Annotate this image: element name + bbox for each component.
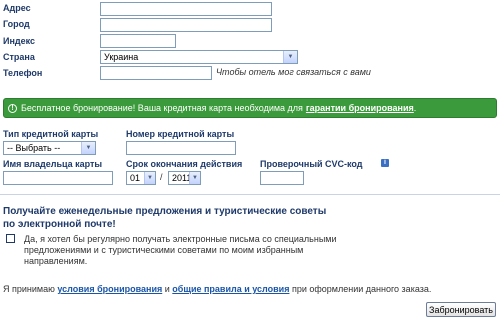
expiry-separator: /: [160, 172, 163, 182]
holder-name-label: Имя владельца карты: [3, 159, 103, 169]
phone-input[interactable]: [100, 66, 212, 80]
card-number-label: Номер кредитной карты: [126, 129, 235, 139]
chevron-down-icon[interactable]: ▼: [189, 172, 200, 184]
phone-hint: Чтобы отель мог связаться с вами: [216, 67, 371, 77]
zip-input[interactable]: [100, 34, 176, 48]
newsletter-line2: предложениями и с туристическими советам…: [24, 245, 304, 255]
terms-and: и: [164, 284, 170, 294]
city-label: Город: [3, 19, 30, 29]
city-input[interactable]: [100, 18, 272, 32]
booking-terms-link[interactable]: условия бронирования: [57, 284, 162, 294]
banner-text: Бесплатное бронирование! Ваша кредитная …: [21, 103, 303, 113]
card-type-select[interactable]: -- Выбрать -- ▼: [3, 141, 96, 155]
promo-title-line1: Получайте еженедельные предложения и тур…: [3, 206, 327, 217]
newsletter-text: Да, я хотел бы регулярно получать электр…: [24, 234, 337, 267]
banner-period: .: [413, 103, 417, 113]
book-button[interactable]: Забронировать: [426, 302, 496, 317]
country-label: Страна: [3, 52, 35, 62]
chevron-down-icon[interactable]: ▼: [144, 172, 155, 184]
info-icon: !: [8, 103, 17, 113]
expiry-month-select[interactable]: 01 ▼: [126, 171, 156, 185]
country-select[interactable]: Украина ▼: [100, 50, 298, 64]
cvc-info-icon[interactable]: i: [381, 159, 389, 167]
card-number-input[interactable]: [126, 141, 236, 155]
terms-prefix: Я принимаю: [3, 284, 55, 294]
chevron-down-icon[interactable]: ▼: [283, 51, 297, 63]
address-label: Адрес: [3, 3, 31, 13]
promo-title: Получайте еженедельные предложения и тур…: [3, 205, 326, 231]
cvc-label: Проверочный CVC-код: [260, 159, 363, 169]
card-type-label: Тип кредитной карты: [3, 129, 99, 139]
newsletter-checkbox[interactable]: [6, 234, 15, 243]
newsletter-line1: Да, я хотел бы регулярно получать электр…: [24, 234, 337, 244]
newsletter-line3: направлениям.: [24, 256, 88, 266]
address-input[interactable]: [100, 2, 272, 16]
info-banner: ! Бесплатное бронирование! Ваша кредитна…: [3, 98, 497, 118]
holder-name-input[interactable]: [3, 171, 113, 185]
terms-suffix: при оформлении данного заказа.: [291, 284, 432, 294]
cvc-input[interactable]: [260, 171, 304, 185]
expiry-year-select[interactable]: 2011 ▼: [168, 171, 201, 185]
divider: [0, 194, 500, 195]
guarantee-link[interactable]: гарантии бронирования: [306, 103, 414, 113]
country-value: Украина: [104, 52, 139, 62]
terms-text: Я принимаю условия бронирования и общие …: [3, 284, 431, 294]
chevron-down-icon[interactable]: ▼: [81, 142, 95, 154]
phone-label: Телефон: [3, 68, 43, 78]
promo-title-line2: по электронной почте!: [3, 219, 116, 230]
card-type-value: -- Выбрать --: [7, 143, 61, 153]
general-terms-link[interactable]: общие правила и условия: [172, 284, 289, 294]
zip-label: Индекс: [3, 36, 36, 46]
expiry-month-value: 01: [130, 173, 141, 183]
expiry-label: Срок окончания действия: [126, 159, 243, 169]
